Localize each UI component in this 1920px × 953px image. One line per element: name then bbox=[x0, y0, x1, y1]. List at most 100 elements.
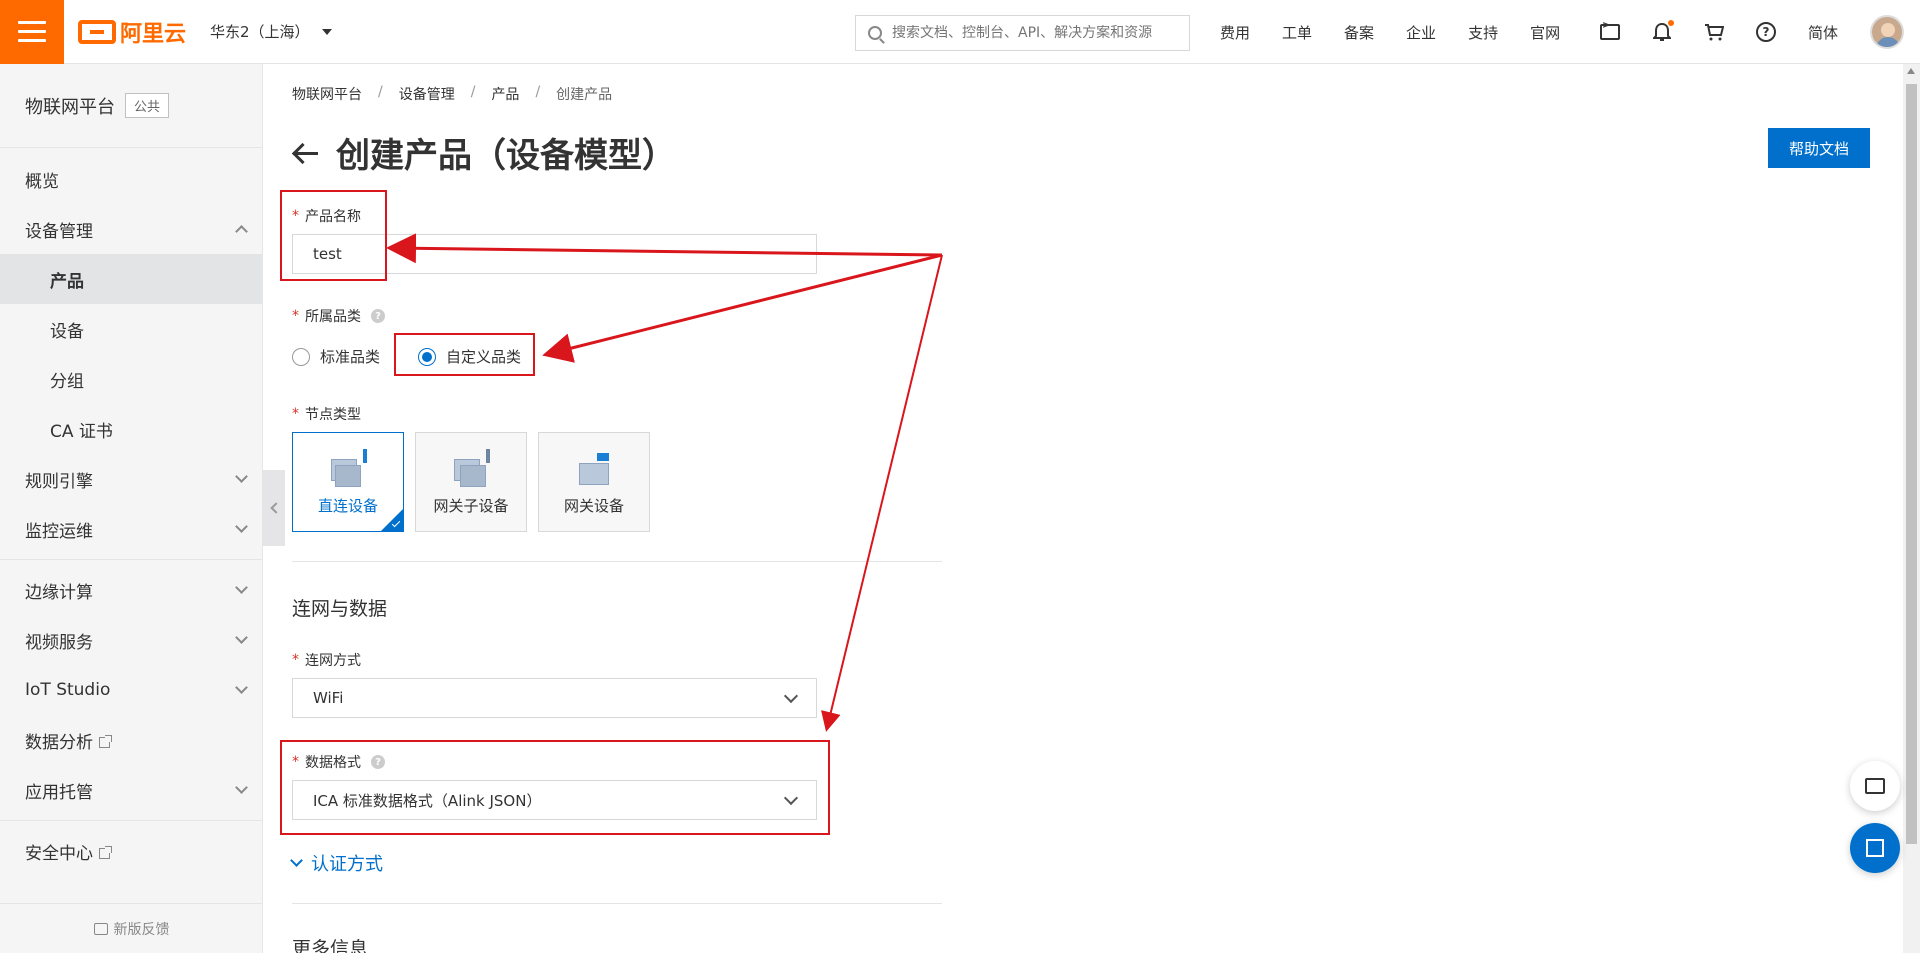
top-bar: 阿里云 华东2（上海） 费用 工单 备案 企业 支持 官网 ? 简体 bbox=[0, 0, 1920, 64]
grid-icon bbox=[1866, 839, 1884, 857]
sidebar-item-label: 概览 bbox=[25, 171, 59, 192]
chevron-down-icon bbox=[235, 631, 248, 644]
scrollbar[interactable] bbox=[1903, 64, 1920, 953]
top-nav: 费用 工单 备案 企业 支持 官网 bbox=[1220, 0, 1592, 64]
global-search[interactable] bbox=[855, 15, 1190, 51]
main-content: 物联网平台 / 设备管理 / 产品 / 创建产品 创建产品（设备模型） 帮助文档… bbox=[263, 64, 1903, 953]
scroll-thumb[interactable] bbox=[1906, 84, 1917, 844]
node-card-label: 网关子设备 bbox=[433, 496, 509, 515]
question-icon[interactable]: ? bbox=[371, 309, 385, 323]
data-format-select-value: ICA 标准数据格式（Alink JSON） bbox=[313, 791, 542, 810]
menu-icon[interactable] bbox=[0, 0, 64, 64]
node-card-label: 直连设备 bbox=[317, 496, 378, 515]
breadcrumb-item[interactable]: 设备管理 bbox=[399, 84, 455, 104]
node-card-label: 网关设备 bbox=[563, 496, 624, 515]
network-label: * 连网方式 bbox=[292, 652, 361, 669]
feedback-link[interactable]: 新版反馈 bbox=[0, 903, 263, 953]
back-arrow-icon[interactable] bbox=[292, 139, 320, 167]
radio-label: 自定义品类 bbox=[446, 348, 522, 366]
language-switch[interactable]: 简体 bbox=[1808, 22, 1838, 43]
apps-button[interactable] bbox=[1850, 823, 1900, 873]
radio-label: 标准品类 bbox=[320, 348, 381, 366]
sidebar-item-monitoring[interactable]: 监控运维 bbox=[0, 504, 262, 554]
chat-icon bbox=[1865, 778, 1885, 794]
auth-method-toggle[interactable]: 认证方式 bbox=[290, 850, 383, 876]
page-title-row: 创建产品（设备模型） bbox=[292, 128, 676, 177]
sidebar-item-groups[interactable]: 分组 bbox=[0, 354, 262, 404]
region-label: 华东2（上海） bbox=[210, 23, 310, 41]
search-input[interactable] bbox=[892, 25, 1182, 41]
chevron-down-icon bbox=[783, 790, 799, 805]
node-card-gateway[interactable]: 网关设备 bbox=[538, 432, 650, 532]
terminal-icon[interactable] bbox=[1599, 22, 1620, 42]
sidebar-tag[interactable]: 公共 bbox=[125, 93, 170, 118]
node-card-direct[interactable]: 直连设备 bbox=[292, 432, 404, 532]
breadcrumb-item[interactable]: 产品 bbox=[491, 84, 519, 104]
caret-down-icon bbox=[321, 28, 332, 35]
bell-icon[interactable] bbox=[1652, 20, 1674, 42]
sidebar-item-label: 产品 bbox=[50, 271, 84, 292]
sidebar-header: 物联网平台 公共 bbox=[0, 64, 262, 148]
direct-device-icon bbox=[327, 448, 369, 487]
external-link-icon bbox=[99, 845, 112, 859]
sidebar-item-label: 设备管理 bbox=[25, 221, 93, 242]
nav-fees[interactable]: 费用 bbox=[1220, 22, 1250, 43]
sidebar-item-analytics[interactable]: 数据分析 bbox=[0, 715, 262, 765]
sidebar-divider bbox=[0, 559, 262, 560]
search-icon bbox=[868, 26, 882, 40]
network-select-value: WiFi bbox=[313, 689, 344, 707]
data-format-select[interactable]: ICA 标准数据格式（Alink JSON） bbox=[292, 780, 817, 820]
question-icon[interactable]: ? bbox=[371, 755, 385, 769]
sidebar-item-overview[interactable]: 概览 bbox=[0, 154, 262, 204]
chevron-down-icon bbox=[235, 581, 248, 594]
sidebar-item-label: IoT Studio bbox=[25, 680, 111, 700]
sidebar-item-iot-studio[interactable]: IoT Studio bbox=[0, 665, 262, 715]
sidebar-item-device-mgmt[interactable]: 设备管理 bbox=[0, 204, 262, 254]
sidebar-item-label: CA 证书 bbox=[50, 421, 113, 442]
category-radio-standard[interactable]: 标准品类 bbox=[292, 346, 380, 367]
section-divider bbox=[292, 903, 942, 904]
top-icons: ? 简体 bbox=[1599, 0, 1920, 64]
radio-checked[interactable] bbox=[418, 347, 436, 366]
page-title: 创建产品（设备模型） bbox=[336, 136, 676, 176]
help-docs-button[interactable]: 帮助文档 bbox=[1768, 128, 1870, 168]
sidebar-item-video[interactable]: 视频服务 bbox=[0, 615, 262, 665]
gateway-device-icon bbox=[573, 449, 615, 487]
sidebar-item-products[interactable]: 产品 bbox=[0, 254, 262, 304]
avatar[interactable] bbox=[1870, 15, 1904, 49]
nav-support[interactable]: 支持 bbox=[1468, 22, 1498, 43]
breadcrumb-item[interactable]: 物联网平台 bbox=[292, 84, 362, 104]
data-format-label: * 数据格式 ? bbox=[292, 752, 385, 772]
network-select[interactable]: WiFi bbox=[292, 678, 817, 718]
brand-logo[interactable]: 阿里云 bbox=[78, 16, 186, 48]
region-selector[interactable]: 华东2（上海） bbox=[210, 21, 332, 42]
category-radio-custom[interactable]: 自定义品类 bbox=[418, 346, 521, 367]
node-card-gateway-sub[interactable]: 网关子设备 bbox=[415, 432, 527, 532]
product-name-input[interactable]: test bbox=[292, 234, 817, 274]
chevron-down-icon bbox=[290, 853, 303, 867]
section-divider bbox=[292, 561, 942, 562]
sidebar-item-security[interactable]: 安全中心 bbox=[0, 826, 262, 876]
nav-icp[interactable]: 备案 bbox=[1344, 22, 1374, 43]
node-type-label: * 节点类型 bbox=[292, 406, 361, 423]
chevron-down-icon bbox=[235, 681, 248, 694]
chat-button[interactable] bbox=[1850, 761, 1900, 811]
scroll-up-icon[interactable] bbox=[1907, 68, 1915, 74]
radio-unchecked[interactable] bbox=[292, 347, 310, 366]
nav-enterprise[interactable]: 企业 bbox=[1406, 22, 1436, 43]
help-icon[interactable]: ? bbox=[1755, 22, 1776, 42]
chevron-down-icon bbox=[783, 688, 799, 703]
sidebar-item-rules[interactable]: 规则引擎 bbox=[0, 454, 262, 504]
sidebar-item-label: 视频服务 bbox=[25, 632, 93, 653]
sidebar-item-label: 应用托管 bbox=[25, 782, 93, 803]
sidebar-item-ca-cert[interactable]: CA 证书 bbox=[0, 404, 262, 454]
chevron-down-icon bbox=[235, 470, 248, 483]
sidebar-item-label: 设备 bbox=[50, 321, 84, 342]
sidebar-item-devices[interactable]: 设备 bbox=[0, 304, 262, 354]
sidebar-item-app-hosting[interactable]: 应用托管 bbox=[0, 765, 262, 815]
sidebar-item-label: 分组 bbox=[50, 371, 84, 392]
sidebar-item-edge[interactable]: 边缘计算 bbox=[0, 565, 262, 615]
nav-website[interactable]: 官网 bbox=[1530, 22, 1560, 43]
nav-tickets[interactable]: 工单 bbox=[1282, 22, 1312, 43]
cart-icon[interactable] bbox=[1704, 22, 1724, 42]
